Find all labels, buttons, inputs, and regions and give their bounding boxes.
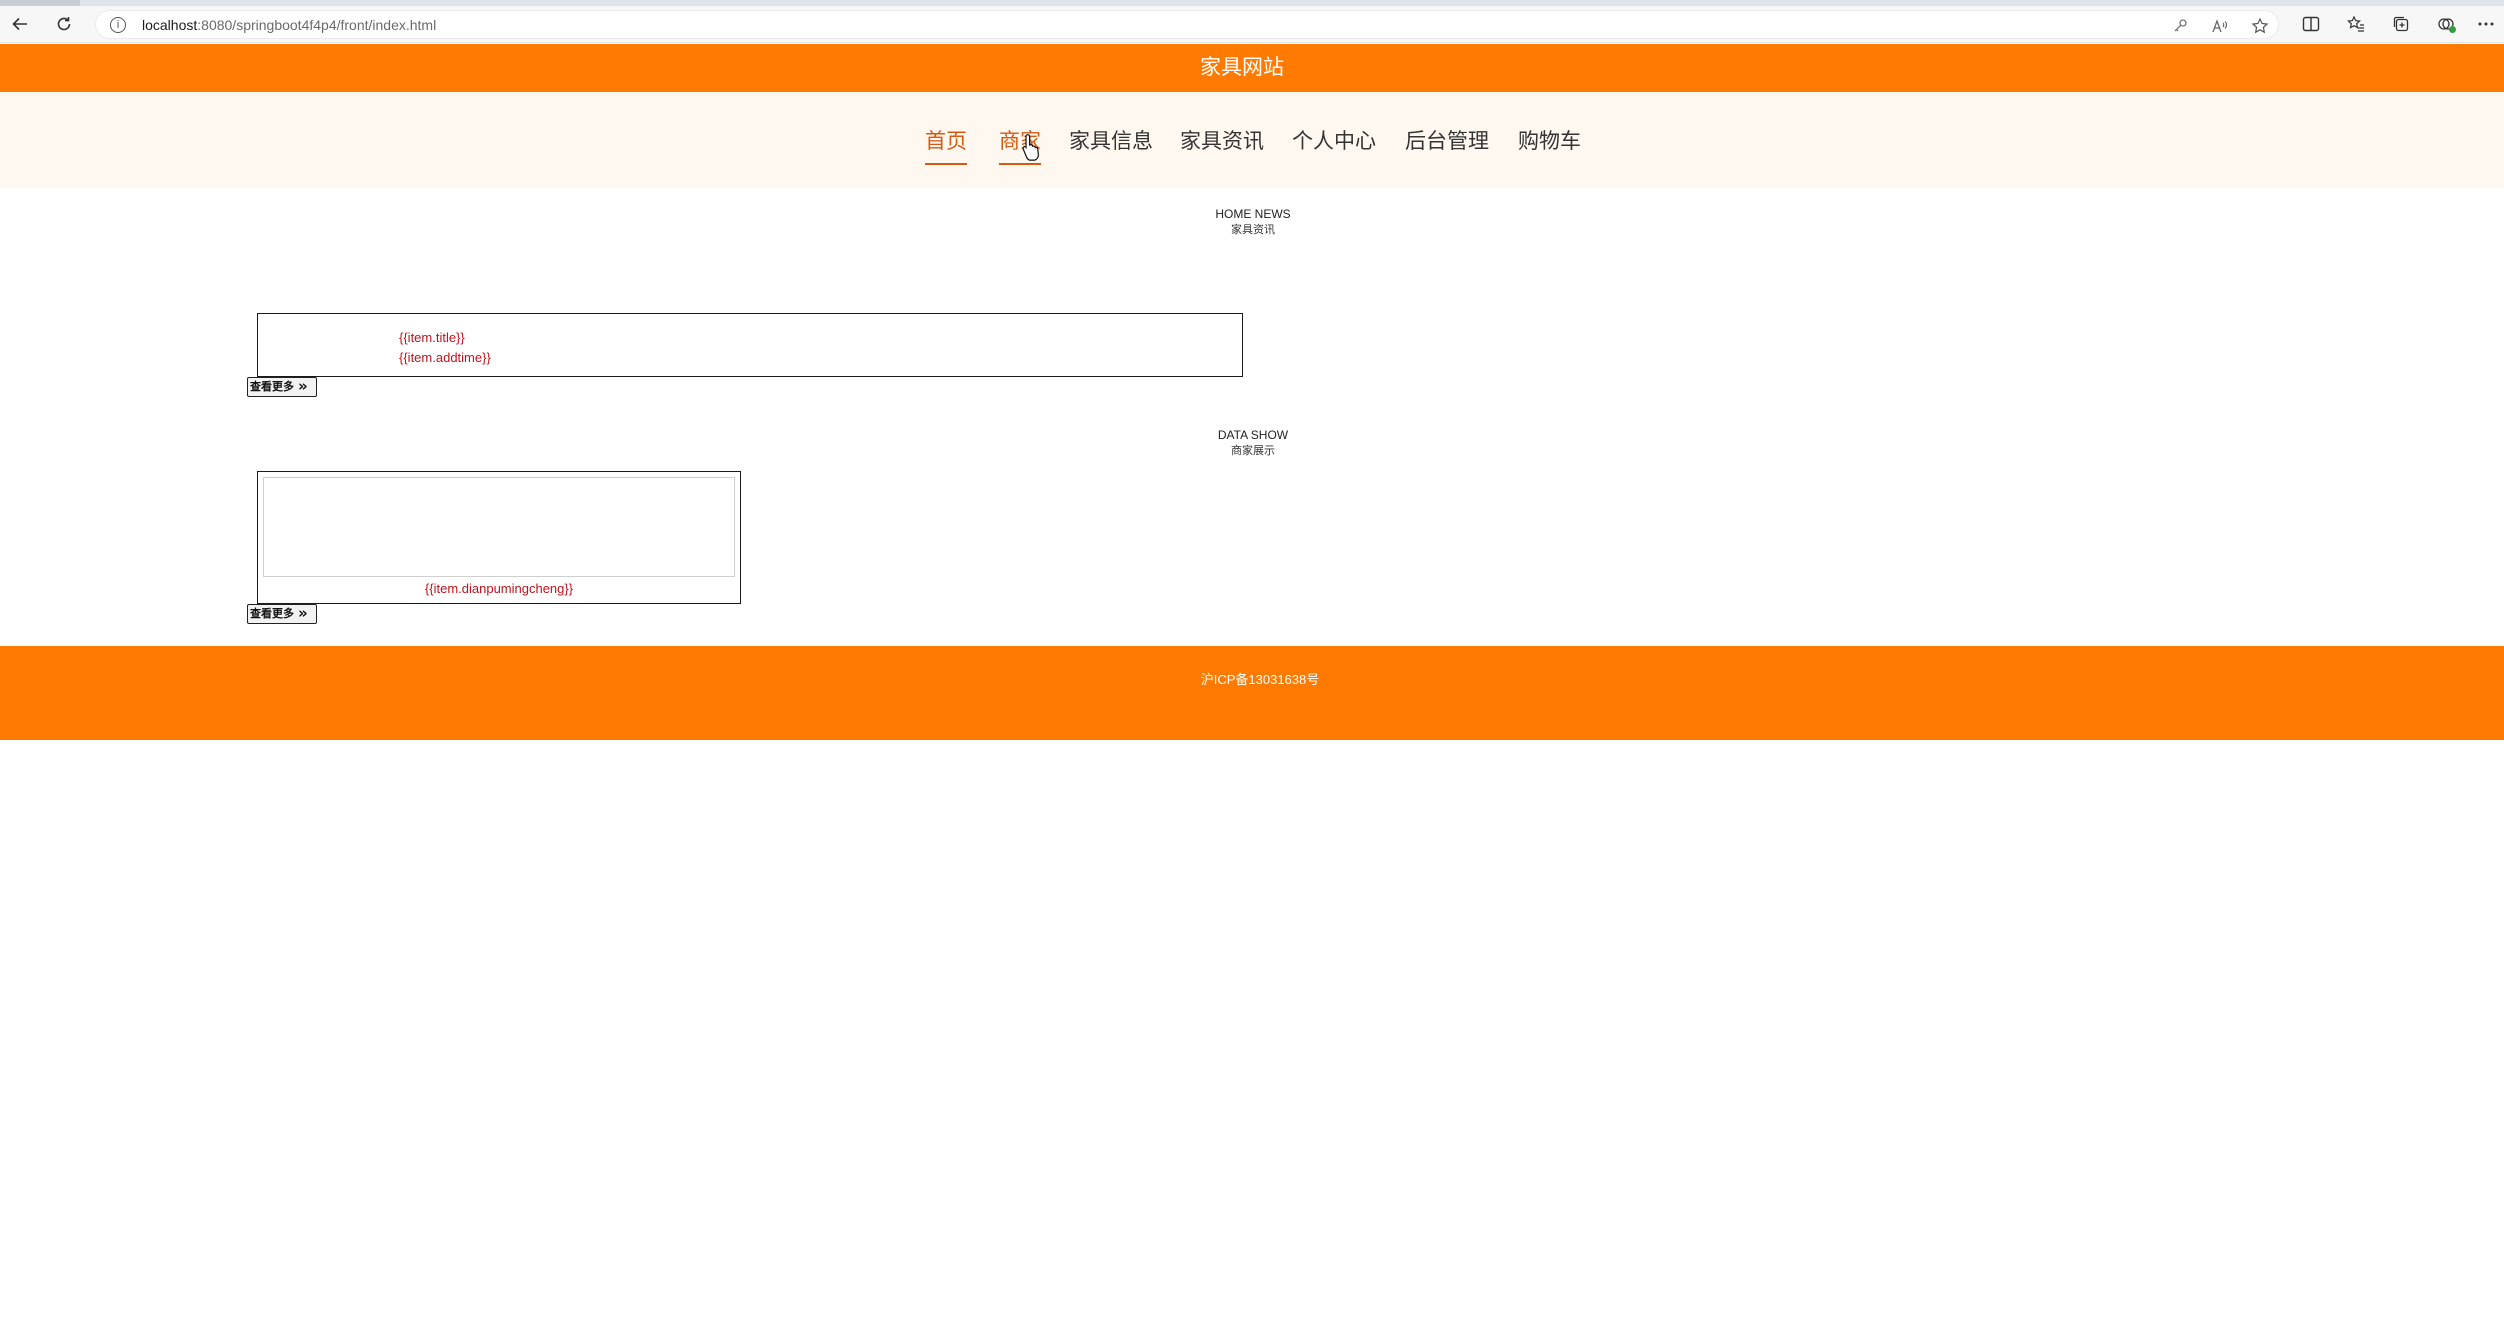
news-item-time: {{item.addtime}}: [399, 350, 491, 365]
site-header: 家具网站: [0, 44, 2504, 92]
back-arrow-icon[interactable]: [6, 10, 34, 38]
url-host: localhost: [142, 17, 198, 33]
news-heading-cn: 家具资讯: [1231, 224, 1275, 236]
key-icon[interactable]: [2166, 12, 2194, 40]
double-chevron-right-icon: »: [298, 604, 307, 622]
main-nav: 首页 商家 家具信息 家具资讯 个人中心 后台管理 购物车: [0, 92, 2504, 188]
url-text[interactable]: localhost:8080/springboot4f4p4/front/ind…: [142, 11, 436, 40]
nav-item-furniture-news[interactable]: 家具资讯: [1180, 126, 1264, 158]
url-path: :8080/springboot4f4p4/front/index.html: [197, 17, 437, 33]
read-aloud-icon[interactable]: [2206, 12, 2234, 40]
news-list-item[interactable]: {{item.title}} {{item.addtime}}: [257, 313, 1243, 377]
split-screen-icon[interactable]: [2297, 10, 2325, 38]
double-chevron-right-icon: »: [298, 377, 307, 395]
hand-cursor-icon: [1022, 134, 1039, 161]
news-section-heading: HOME NEWS 家具资讯: [0, 206, 2504, 238]
shop-name: {{item.dianpumingcheng}}: [424, 581, 574, 596]
favorites-icon[interactable]: [2342, 10, 2370, 38]
shop-heading-cn: 商家展示: [1231, 445, 1275, 457]
nav-item-personal-center[interactable]: 个人中心: [1292, 126, 1376, 158]
nav-label: 购物车: [1518, 130, 1581, 153]
news-item-title: {{item.title}}: [399, 330, 465, 345]
nav-active-underline: [925, 163, 967, 165]
icp-license-text: 沪ICP备13031638号: [1200, 672, 1320, 687]
reload-icon[interactable]: [50, 10, 78, 38]
shop-heading-en: DATA SHOW: [1217, 428, 1289, 442]
news-more-button[interactable]: 查看更多 »: [247, 377, 317, 397]
nav-label: 个人中心: [1292, 130, 1376, 153]
nav-item-furniture-info[interactable]: 家具信息: [1069, 126, 1153, 158]
shop-card[interactable]: {{item.dianpumingcheng}}: [257, 471, 741, 604]
nav-item-cart[interactable]: 购物车: [1518, 126, 1581, 158]
more-button-label: 查看更多: [250, 608, 294, 620]
browser-toolbar: i localhost:8080/springboot4f4p4/front/i…: [0, 6, 2504, 43]
site-footer: 沪ICP备13031638号: [0, 646, 2504, 740]
favorite-star-icon[interactable]: [2246, 12, 2274, 40]
nav-label: 首页: [925, 130, 967, 153]
nav-label: 家具资讯: [1180, 130, 1264, 153]
shop-more-button[interactable]: 查看更多 »: [247, 604, 317, 624]
address-bar[interactable]: i localhost:8080/springboot4f4p4/front/i…: [95, 10, 2279, 39]
more-menu-icon[interactable]: [2472, 10, 2500, 38]
shop-image-placeholder[interactable]: [263, 477, 735, 577]
nav-active-underline: [999, 163, 1041, 165]
shop-section-heading: DATA SHOW 商家展示: [0, 427, 2504, 459]
site-title: 家具网站: [1200, 56, 1284, 79]
extensions-icon[interactable]: [2432, 10, 2460, 38]
site-info-icon[interactable]: i: [110, 17, 126, 33]
nav-label: 家具信息: [1069, 130, 1153, 153]
more-button-label: 查看更多: [250, 381, 294, 393]
nav-label: 后台管理: [1405, 130, 1489, 153]
nav-item-admin[interactable]: 后台管理: [1405, 126, 1489, 158]
status-dot: [2449, 26, 2456, 33]
nav-item-home[interactable]: 首页: [925, 126, 967, 165]
news-heading-en: HOME NEWS: [1215, 207, 1291, 221]
collections-icon[interactable]: [2387, 10, 2415, 38]
